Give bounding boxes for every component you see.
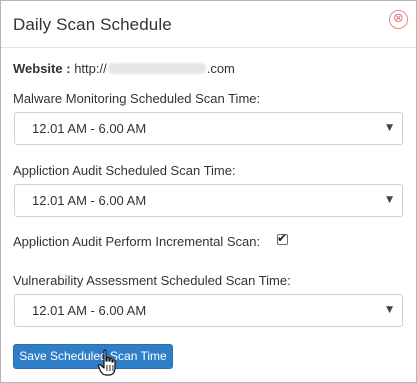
malware-scan-time-value: 12.01 AM - 6.00 AM [32,121,147,136]
website-url-prefix: http:// [74,61,107,76]
app-audit-scan-time-label: Appliction Audit Scheduled Scan Time: [13,163,236,178]
daily-scan-schedule-dialog: Daily Scan Schedule ⊗ Website : http://.… [0,0,417,383]
dialog-title: Daily Scan Schedule [13,15,172,34]
incremental-scan-label: Appliction Audit Perform Incremental Sca… [13,234,261,249]
hand-pointer-cursor-icon [97,349,116,376]
app-audit-scan-time-select[interactable]: 12.01 AM - 6.00 AM ▼ [14,184,403,217]
website-row: Website : http:// .com [13,61,235,76]
caret-down-icon: ▼ [386,123,393,133]
save-scheduled-scan-time-button[interactable]: Save Scheduled Scan Time [13,344,173,369]
website-label: Website : [13,61,71,76]
vuln-assessment-scan-time-value: 12.01 AM - 6.00 AM [32,303,147,318]
caret-down-icon: ▼ [386,305,393,315]
malware-scan-time-label: Malware Monitoring Scheduled Scan Time: [13,91,261,106]
dialog-header: Daily Scan Schedule ⊗ [1,1,416,48]
website-url-suffix: .com [206,61,235,76]
checkmark-icon: ✔ [277,231,288,245]
malware-scan-time-select[interactable]: 12.01 AM - 6.00 AM ▼ [14,112,403,145]
close-icon[interactable]: ⊗ [389,10,408,29]
caret-down-icon: ▼ [386,195,393,205]
vuln-assessment-scan-time-label: Vulnerability Assessment Scheduled Scan … [13,273,291,288]
vuln-assessment-scan-time-select[interactable]: 12.01 AM - 6.00 AM ▼ [14,294,403,327]
redacted-domain [107,63,206,74]
app-audit-scan-time-value: 12.01 AM - 6.00 AM [32,193,147,208]
incremental-scan-checkbox[interactable]: ✔ [277,231,288,245]
